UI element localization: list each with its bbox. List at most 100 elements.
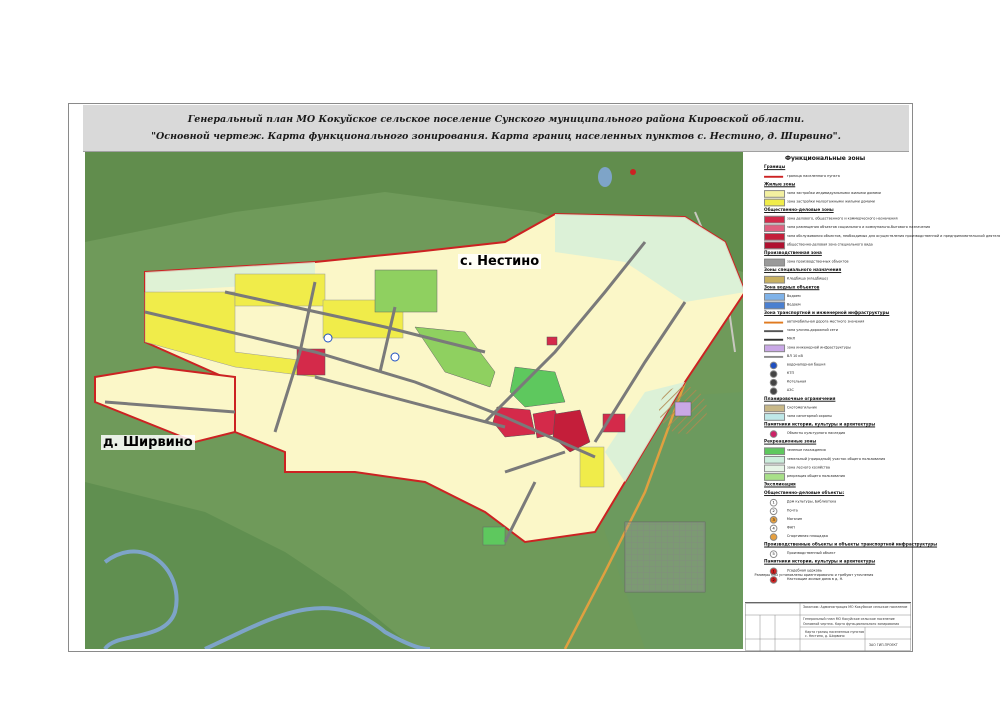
legend-row: ВЛ 10 кВ xyxy=(749,352,901,360)
legend-swatch xyxy=(764,321,784,324)
legend-section-header: Планировочные ограничения xyxy=(764,396,836,402)
legend-swatch xyxy=(764,404,786,413)
legend-swatch: 4 xyxy=(769,524,778,533)
legend-swatch xyxy=(764,233,786,241)
legend-row: водонапорная башня xyxy=(749,361,901,370)
legend-swatch xyxy=(764,473,786,481)
legend-row: Водоем xyxy=(749,292,901,301)
legend-swatch xyxy=(769,361,778,370)
legend-swatch xyxy=(764,413,786,421)
legend-row: 5 Производственный объект xyxy=(749,549,901,558)
legend-swatch xyxy=(764,447,786,456)
legend-row-label: ВЛ 10 кВ xyxy=(786,354,803,358)
legend-row: зона производственных объектов xyxy=(749,258,901,267)
legend-swatch xyxy=(764,175,784,178)
legend-row: Объекты культурного наследия xyxy=(749,429,901,438)
legend-section-header: Производственная зона xyxy=(764,251,822,256)
legend-row: граница населенного пункта xyxy=(749,172,901,180)
utility-object[interactable] xyxy=(674,401,692,417)
legend-swatch xyxy=(764,301,786,310)
legend-row: земельный (природный) участок общего пол… xyxy=(749,455,901,464)
legend-row: зона застройки индивидуальными жилыми до… xyxy=(749,189,901,198)
legend-row: зеленые насаждения xyxy=(749,446,901,456)
legend-section-header: Зоны специального назначения xyxy=(764,268,842,274)
legend-row-label: МНЛ xyxy=(786,336,796,341)
public-zone-6[interactable] xyxy=(546,336,558,346)
place-label-shirvino: д. Ширвино xyxy=(101,435,195,450)
legend-swatch xyxy=(764,275,786,284)
legend-row: зона улично-дорожной сети xyxy=(749,326,901,334)
legend-row-label: АЗС xyxy=(786,388,794,393)
legend-swatch xyxy=(764,215,786,224)
legend-swatch xyxy=(769,370,778,378)
legend-row: Спортивная площадка xyxy=(749,532,901,541)
legend-row-label: зона лесного хозяйства xyxy=(786,465,831,470)
legend-swatch: 1 xyxy=(769,498,778,507)
legend-row: 4 ФАП xyxy=(749,524,901,533)
green-zone-1[interactable] xyxy=(374,269,438,313)
legend-row: МНЛ xyxy=(749,335,901,343)
legend-row-label: ФАП xyxy=(786,525,795,530)
legend-row-label: зона размещения объектов социального и к… xyxy=(786,225,931,230)
map-sheet: Генеральный план МО Кокуйское сельское п… xyxy=(68,103,1000,652)
legend-section-header: Памятники истории, культуры и архитектур… xyxy=(764,422,876,428)
stamp-sheet-label: ЗАО ГИП-ПРОЕКТ xyxy=(869,643,898,647)
legend-row-label: Котельная xyxy=(786,379,807,384)
legend-section-header: Производственные объекты и объекты транс… xyxy=(764,542,938,548)
legend-row-label: Дом культуры, Библиотека xyxy=(786,499,837,504)
stamp-line-5: с. Нестино, д. Ширвино xyxy=(805,634,845,638)
green-zone-4[interactable] xyxy=(482,526,506,546)
legend-swatch xyxy=(764,190,786,198)
legend-row-label: Водоем xyxy=(786,302,801,307)
legend-row: зона инженерной инфраструктуры xyxy=(749,344,901,353)
legend-swatch xyxy=(764,330,784,333)
legend-row-label: автомобильная дорога местного значения xyxy=(786,319,865,324)
map-canvas[interactable]: с. Нестино д. Ширвино xyxy=(85,152,743,649)
stamp-line-1: Заказчик: Администрация МО Кокуйское сел… xyxy=(803,605,908,609)
legend-swatch xyxy=(769,533,778,541)
legend-row-label: Скотомогильник xyxy=(786,405,818,410)
legend-row-label: зона санитарной охраны xyxy=(786,414,832,418)
legend-row-label: водонапорная башня xyxy=(786,362,826,367)
legend-swatch xyxy=(769,378,778,387)
legend-swatch: 3 xyxy=(769,516,778,524)
legend-section-header: Жилые зоны xyxy=(764,182,796,188)
legend-row: рекреация общего пользования xyxy=(749,472,901,481)
legend-row: зона санитарной охраны xyxy=(749,412,901,421)
legend-swatch xyxy=(764,344,786,353)
legend-row-label: рекреация общего пользования xyxy=(786,474,846,478)
legend-swatch xyxy=(769,430,778,438)
legend-row: Котельная xyxy=(749,378,901,387)
legend-row: зона обслуживания объектов, необходимых … xyxy=(749,232,1000,241)
stamp-line-2: Генеральный план МО Кокуйское сельское п… xyxy=(803,617,895,621)
legend-row-label: зона обслуживания объектов, необходимых … xyxy=(786,233,1000,238)
map-title-line2: "Основной чертеж. Карта функционального … xyxy=(151,131,841,142)
legend-row: АЗС xyxy=(749,386,901,396)
legend-row: зона размещения объектов социального и к… xyxy=(749,223,930,233)
title-box: Генеральный план МО Кокуйское сельское п… xyxy=(83,105,909,152)
legend-swatch xyxy=(764,355,784,358)
legend-row-label: КТП xyxy=(786,371,795,376)
legend-section-header: Рекреационные зоны xyxy=(764,439,817,445)
industrial-zone-fill xyxy=(625,522,705,592)
legend-swatch: 5 xyxy=(769,550,778,558)
legend-row-label: зона улично-дорожной сети xyxy=(786,328,838,333)
legend-row-label: зона производственных объектов xyxy=(786,259,849,264)
legend-swatch xyxy=(764,293,786,301)
legend-row: КТП xyxy=(749,369,901,378)
legend-row-label: зона делового, общественного и коммерчес… xyxy=(786,216,898,221)
legend-row: Скотомогильник xyxy=(749,404,901,413)
legend-swatch xyxy=(764,456,786,464)
legend-section-header: Памятники истории, культуры и архитектур… xyxy=(764,559,876,565)
water-tower-icon-2 xyxy=(390,352,400,362)
legend-swatch xyxy=(764,338,784,341)
legend-swatch: 2 xyxy=(769,507,778,516)
legend-row-label: граница населенного пункта xyxy=(786,173,840,178)
legend-row-label: зона инженерной инфраструктуры xyxy=(786,345,851,350)
legend-row: зона лесного хозяйства xyxy=(749,464,901,473)
legend-row-label: Водоем xyxy=(786,293,801,298)
legend-row: автомобильная дорога местного значения xyxy=(749,318,901,326)
heritage-icon xyxy=(630,169,636,175)
map-svg xyxy=(85,152,743,649)
water-tower-icon xyxy=(323,333,333,343)
